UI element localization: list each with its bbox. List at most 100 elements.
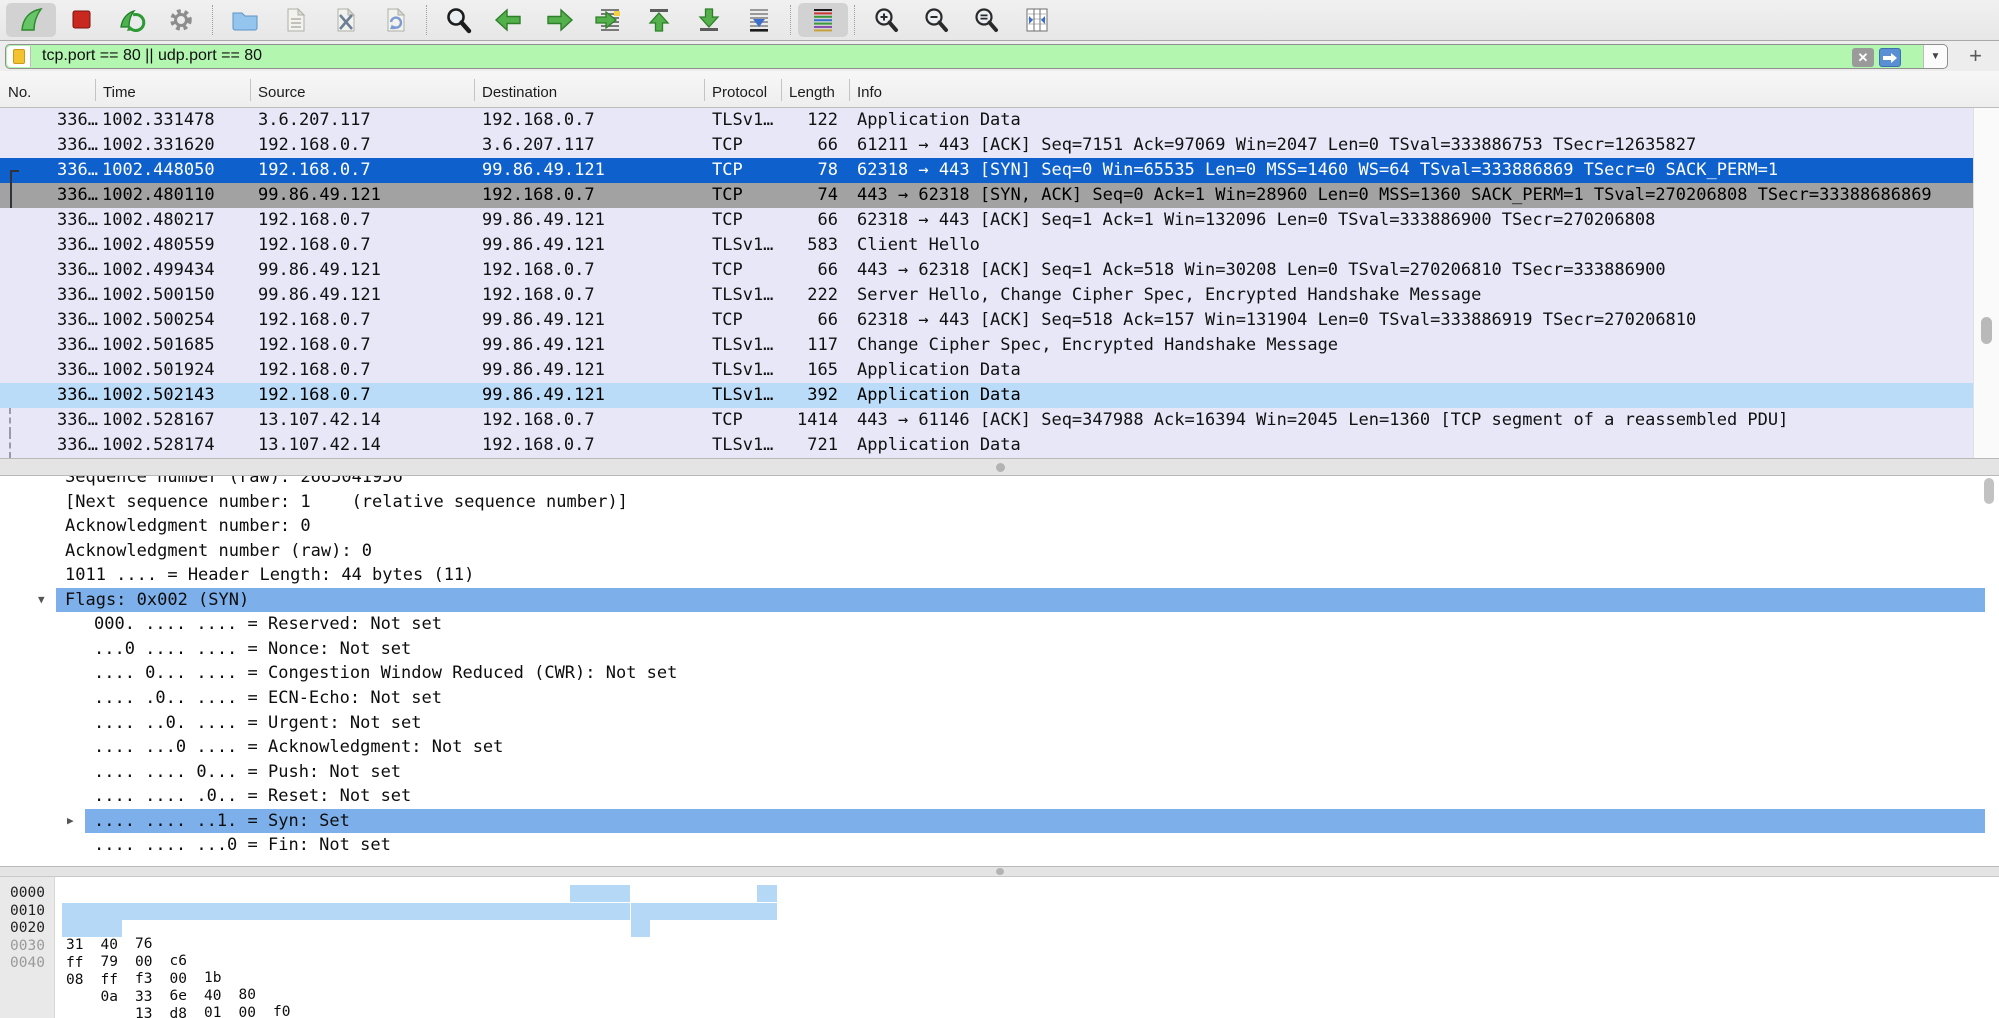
column-header-protocol[interactable]: Protocol bbox=[712, 84, 767, 101]
column-separator[interactable] bbox=[781, 79, 782, 101]
column-separator[interactable] bbox=[474, 79, 475, 101]
auto-scroll-button[interactable] bbox=[734, 3, 784, 37]
filter-dropdown-icon[interactable]: ▼ bbox=[1923, 45, 1947, 68]
reload-file-button[interactable] bbox=[370, 3, 420, 37]
column-separator[interactable] bbox=[704, 79, 705, 101]
hex-row[interactable]: 00100040000040004006e539c0a800076356·@··… bbox=[0, 903, 1999, 920]
stop-capture-icon bbox=[63, 6, 99, 34]
stream-dash-icon bbox=[9, 408, 11, 433]
restart-capture-button[interactable] bbox=[106, 3, 156, 37]
packet-row[interactable]: 336…1002.48011099.86.49.121192.168.0.7TC… bbox=[0, 183, 1973, 208]
column-header-no[interactable]: No. bbox=[8, 84, 31, 101]
hex-offset-label: 0010 bbox=[10, 903, 1999, 920]
cell-protocol: TCP bbox=[712, 308, 743, 333]
pane-splitter-top[interactable] bbox=[0, 458, 1999, 476]
packet-list-scrollbar[interactable] bbox=[1973, 108, 1999, 458]
detail-line[interactable]: Acknowledgment number (raw): 0 bbox=[0, 539, 1999, 563]
detail-line[interactable]: Acknowledgment number: 0 bbox=[0, 514, 1999, 538]
packet-row[interactable]: 336…1002.501685192.168.0.799.86.49.121TL… bbox=[0, 333, 1973, 358]
cell-destination: 192.168.0.7 bbox=[482, 183, 595, 208]
start-capture-button[interactable] bbox=[6, 3, 56, 37]
detail-line[interactable]: .... .... ...0 = Fin: Not set bbox=[0, 833, 1999, 857]
cell-info: Change Cipher Spec, Encrypted Handshake … bbox=[857, 333, 1338, 358]
hex-byte[interactable]: 13 bbox=[135, 1006, 1999, 1018]
column-header-time[interactable]: Time bbox=[103, 84, 136, 101]
hex-row[interactable]: 0040080a13e6b5950000000004020000········… bbox=[0, 955, 1999, 972]
detail-line[interactable]: ...0 .... .... = Nonce: Not set bbox=[0, 637, 1999, 661]
resize-columns-button[interactable] bbox=[1012, 3, 1062, 37]
column-separator[interactable] bbox=[849, 79, 850, 101]
detail-line[interactable]: ▶.... .... ..1. = Syn: Set bbox=[0, 809, 1999, 833]
column-header-destination[interactable]: Destination bbox=[482, 84, 557, 101]
detail-line[interactable]: .... ...0 .... = Acknowledgment: Not set bbox=[0, 735, 1999, 759]
filter-bookmark-button[interactable] bbox=[7, 46, 31, 67]
close-file-button[interactable] bbox=[320, 3, 370, 37]
expanded-twisty-icon[interactable]: ▼ bbox=[38, 588, 45, 612]
packet-row[interactable]: 336…1002.448050192.168.0.799.86.49.121TC… bbox=[0, 158, 1973, 183]
detail-line[interactable]: Sequence number (raw): 2665041956 bbox=[0, 476, 1999, 489]
packet-row[interactable]: 336…1002.50015099.86.49.121192.168.0.7TL… bbox=[0, 283, 1973, 308]
detail-line[interactable]: 000. .... .... = Reserved: Not set bbox=[0, 612, 1999, 636]
clear-filter-icon[interactable]: ✕ bbox=[1852, 48, 1874, 67]
zoom-out-button[interactable] bbox=[912, 3, 962, 37]
display-filter-input[interactable]: tcp.port == 80 || udp.port == 80 ✕ ▼ bbox=[5, 44, 1948, 69]
hex-row[interactable]: 0030ffff33d80000020405b4010303060101··3·… bbox=[0, 938, 1999, 955]
packet-row[interactable]: 336…1002.480217192.168.0.799.86.49.121TC… bbox=[0, 208, 1973, 233]
packet-row[interactable]: 336…1002.3314783.6.207.117192.168.0.7TLS… bbox=[0, 108, 1973, 133]
save-file-button[interactable] bbox=[270, 3, 320, 37]
cell-destination: 192.168.0.7 bbox=[482, 108, 595, 133]
stop-capture-button[interactable] bbox=[56, 3, 106, 37]
apply-filter-icon[interactable] bbox=[1879, 48, 1901, 67]
hex-byte[interactable]: 08 bbox=[66, 972, 1999, 989]
detail-line[interactable]: [Next sequence number: 1 (relative seque… bbox=[0, 490, 1999, 514]
cell-no: 336… bbox=[20, 258, 98, 283]
column-header-length[interactable]: Length bbox=[789, 84, 846, 101]
zoom-out-icon bbox=[919, 6, 955, 34]
column-header-info[interactable]: Info bbox=[857, 84, 882, 101]
go-to-first-packet-button[interactable] bbox=[634, 3, 684, 37]
detail-line[interactable]: .... ..0. .... = Urgent: Not set bbox=[0, 711, 1999, 735]
zoom-100-button[interactable] bbox=[962, 3, 1012, 37]
packet-row[interactable]: 336…1002.49943499.86.49.121192.168.0.7TC… bbox=[0, 258, 1973, 283]
capture-options-button[interactable] bbox=[156, 3, 206, 37]
go-forward-icon bbox=[541, 6, 577, 34]
hex-row[interactable]: 0000180f76c61b80f0189893d7d108004500··v·… bbox=[0, 885, 1999, 902]
detail-line[interactable]: .... .... 0... = Push: Not set bbox=[0, 760, 1999, 784]
hex-row[interactable]: 00203179f36e01bb9ed9502600000000b0021y·n… bbox=[0, 920, 1999, 937]
detail-line[interactable]: .... 0... .... = Congestion Window Reduc… bbox=[0, 661, 1999, 685]
find-packet-button[interactable] bbox=[434, 3, 484, 37]
zoom-in-button[interactable] bbox=[862, 3, 912, 37]
colorize-button[interactable] bbox=[798, 3, 848, 37]
open-file-button[interactable] bbox=[220, 3, 270, 37]
go-back-button[interactable] bbox=[484, 3, 534, 37]
go-to-last-packet-button[interactable] bbox=[684, 3, 734, 37]
packet-row[interactable]: 336…1002.52816713.107.42.14192.168.0.7TC… bbox=[0, 408, 1973, 433]
scrollbar-thumb[interactable] bbox=[1981, 317, 1992, 344]
column-header-source[interactable]: Source bbox=[258, 84, 306, 101]
packet-list-header[interactable]: No. Time Source Destination Protocol Length In… bbox=[0, 71, 1999, 108]
column-separator[interactable] bbox=[250, 79, 251, 101]
packet-row[interactable]: 336…1002.501924192.168.0.799.86.49.121TL… bbox=[0, 358, 1973, 383]
packet-row[interactable]: 336…1002.480559192.168.0.799.86.49.121TL… bbox=[0, 233, 1973, 258]
cell-time: 1002.480217 bbox=[102, 208, 215, 233]
add-filter-button[interactable]: + bbox=[1969, 45, 1982, 67]
cell-info: Server Hello, Change Cipher Spec, Encryp… bbox=[857, 283, 1481, 308]
column-separator[interactable] bbox=[95, 79, 96, 101]
collapsed-twisty-icon[interactable]: ▶ bbox=[67, 809, 74, 833]
detail-line[interactable]: .... .... .0.. = Reset: Not set bbox=[0, 784, 1999, 808]
main-toolbar bbox=[0, 0, 1999, 41]
detail-line[interactable]: .... .0.. .... = ECN-Echo: Not set bbox=[0, 686, 1999, 710]
detail-line[interactable]: ▼Flags: 0x002 (SYN) bbox=[0, 588, 1999, 612]
cell-source: 3.6.207.117 bbox=[258, 108, 371, 133]
hex-byte[interactable]: 0a bbox=[101, 989, 1999, 1006]
packet-row[interactable]: 336…1002.500254192.168.0.799.86.49.121TC… bbox=[0, 308, 1973, 333]
packet-row[interactable]: 336…1002.52817413.107.42.14192.168.0.7TL… bbox=[0, 433, 1973, 458]
packet-row[interactable]: 336…1002.502143192.168.0.799.86.49.121TL… bbox=[0, 383, 1973, 408]
cell-source: 192.168.0.7 bbox=[258, 133, 371, 158]
packet-row[interactable]: 336…1002.331620192.168.0.73.6.207.117TCP… bbox=[0, 133, 1973, 158]
filter-expression-text[interactable]: tcp.port == 80 || udp.port == 80 bbox=[42, 47, 262, 65]
go-to-packet-button[interactable] bbox=[584, 3, 634, 37]
pane-splitter-bottom[interactable] bbox=[0, 866, 1999, 876]
detail-line[interactable]: 1011 .... = Header Length: 44 bytes (11) bbox=[0, 563, 1999, 587]
go-forward-button[interactable] bbox=[534, 3, 584, 37]
